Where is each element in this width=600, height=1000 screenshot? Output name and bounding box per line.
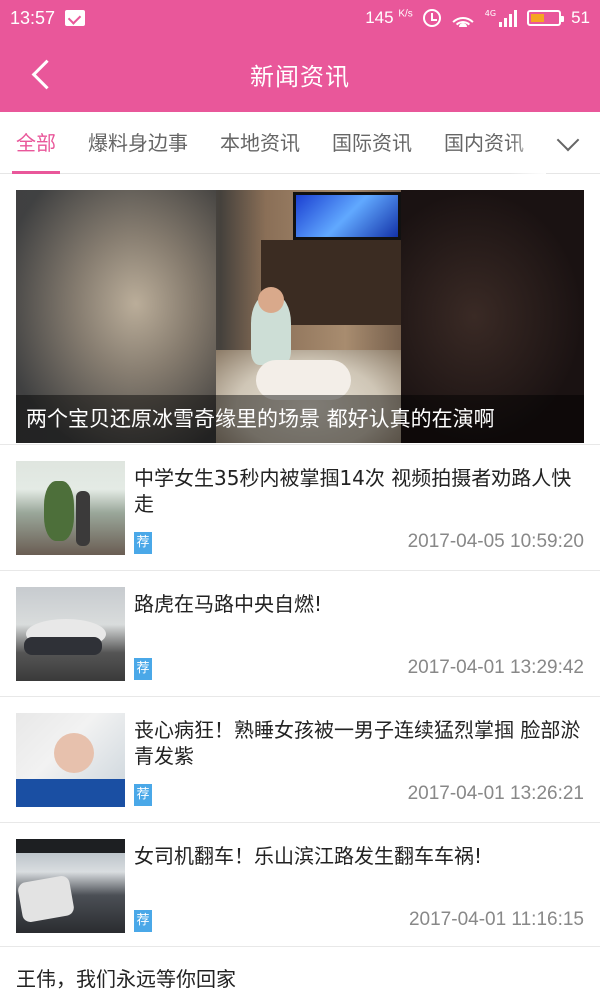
tab-scroll[interactable]: 全部 爆料身边事 本地资讯 国际资讯 国内资讯 bbox=[0, 112, 540, 174]
news-date: 2017-04-01 13:26:21 bbox=[407, 783, 584, 804]
news-title: 女司机翻车！乐山滨江路发生翻车车祸! bbox=[134, 844, 483, 868]
news-title: 中学女生35秒内被掌掴14次 视频拍摄者劝路人快走 bbox=[134, 466, 572, 516]
hero-image-baby bbox=[256, 360, 351, 400]
recommend-badge: 荐 bbox=[134, 910, 152, 932]
news-thumbnail bbox=[16, 713, 125, 807]
news-title: 路虎在马路中央自燃! bbox=[134, 592, 323, 616]
news-thumbnail bbox=[16, 587, 125, 681]
news-date: 2017-04-01 13:29:42 bbox=[407, 657, 584, 678]
news-item[interactable]: 丧心病狂！熟睡女孩被一男子连续猛烈掌掴 脸部淤青发紫 荐 2017-04-01 … bbox=[0, 696, 600, 822]
battery-fill bbox=[531, 14, 545, 22]
chevron-down-icon[interactable] bbox=[554, 130, 582, 158]
recommend-badge: 荐 bbox=[134, 784, 152, 806]
tab-3[interactable]: 国际资讯 bbox=[316, 112, 428, 174]
news-thumbnail bbox=[16, 839, 125, 933]
page-title: 新闻资讯 bbox=[250, 62, 350, 91]
news-title: 丧心病狂！熟睡女孩被一男子连续猛烈掌掴 脸部淤青发紫 bbox=[134, 718, 581, 768]
tab-2[interactable]: 本地资讯 bbox=[204, 112, 316, 174]
wifi-icon bbox=[450, 9, 475, 27]
network-speed-unit: K/s bbox=[398, 8, 413, 20]
hero-image-tv bbox=[293, 192, 401, 240]
news-date: 2017-04-01 11:16:15 bbox=[408, 909, 584, 930]
status-right: 145 K/s 4G 51 bbox=[365, 8, 590, 28]
category-tabs: 全部 爆料身边事 本地资讯 国际资讯 国内资讯 bbox=[0, 112, 600, 174]
back-button[interactable] bbox=[22, 56, 62, 96]
notification-icon bbox=[65, 10, 86, 26]
status-bar: 13:57 145 K/s 4G 51 bbox=[0, 0, 600, 36]
network-speed-value: 145 bbox=[365, 8, 394, 27]
news-item[interactable]: 王伟，我们永远等你回家 bbox=[0, 946, 600, 1000]
network-speed: 145 K/s bbox=[365, 8, 413, 28]
status-time: 13:57 bbox=[10, 7, 56, 28]
hero-caption: 两个宝贝还原冰雪奇缘里的场景 都好认真的在演啊 bbox=[16, 395, 584, 443]
news-thumbnail bbox=[16, 461, 125, 555]
battery-percent: 51 bbox=[571, 8, 590, 27]
news-title: 王伟，我们永远等你回家 bbox=[16, 967, 236, 991]
hero-image-child-head bbox=[258, 287, 284, 313]
recommend-badge: 荐 bbox=[134, 532, 152, 554]
news-item[interactable]: 中学女生35秒内被掌掴14次 视频拍摄者劝路人快走 荐 2017-04-05 1… bbox=[0, 444, 600, 570]
hero-banner[interactable]: 两个宝贝还原冰雪奇缘里的场景 都好认真的在演啊 bbox=[16, 190, 584, 443]
alarm-icon bbox=[422, 9, 441, 27]
tab-fade bbox=[510, 112, 546, 174]
signal-icon: 4G bbox=[484, 9, 518, 27]
news-list: 中学女生35秒内被掌掴14次 视频拍摄者劝路人快走 荐 2017-04-05 1… bbox=[0, 444, 600, 948]
tab-1[interactable]: 爆料身边事 bbox=[72, 112, 204, 174]
news-date: 2017-04-05 10:59:20 bbox=[407, 531, 584, 552]
app-header: 新闻资讯 bbox=[0, 36, 600, 112]
battery-icon bbox=[527, 10, 565, 26]
tab-0[interactable]: 全部 bbox=[0, 112, 72, 174]
news-item[interactable]: 女司机翻车！乐山滨江路发生翻车车祸! 荐 2017-04-01 11:16:15 bbox=[0, 822, 600, 948]
recommend-badge: 荐 bbox=[134, 658, 152, 680]
news-item[interactable]: 路虎在马路中央自燃! 荐 2017-04-01 13:29:42 bbox=[0, 570, 600, 696]
network-type-label: 4G bbox=[484, 9, 497, 18]
